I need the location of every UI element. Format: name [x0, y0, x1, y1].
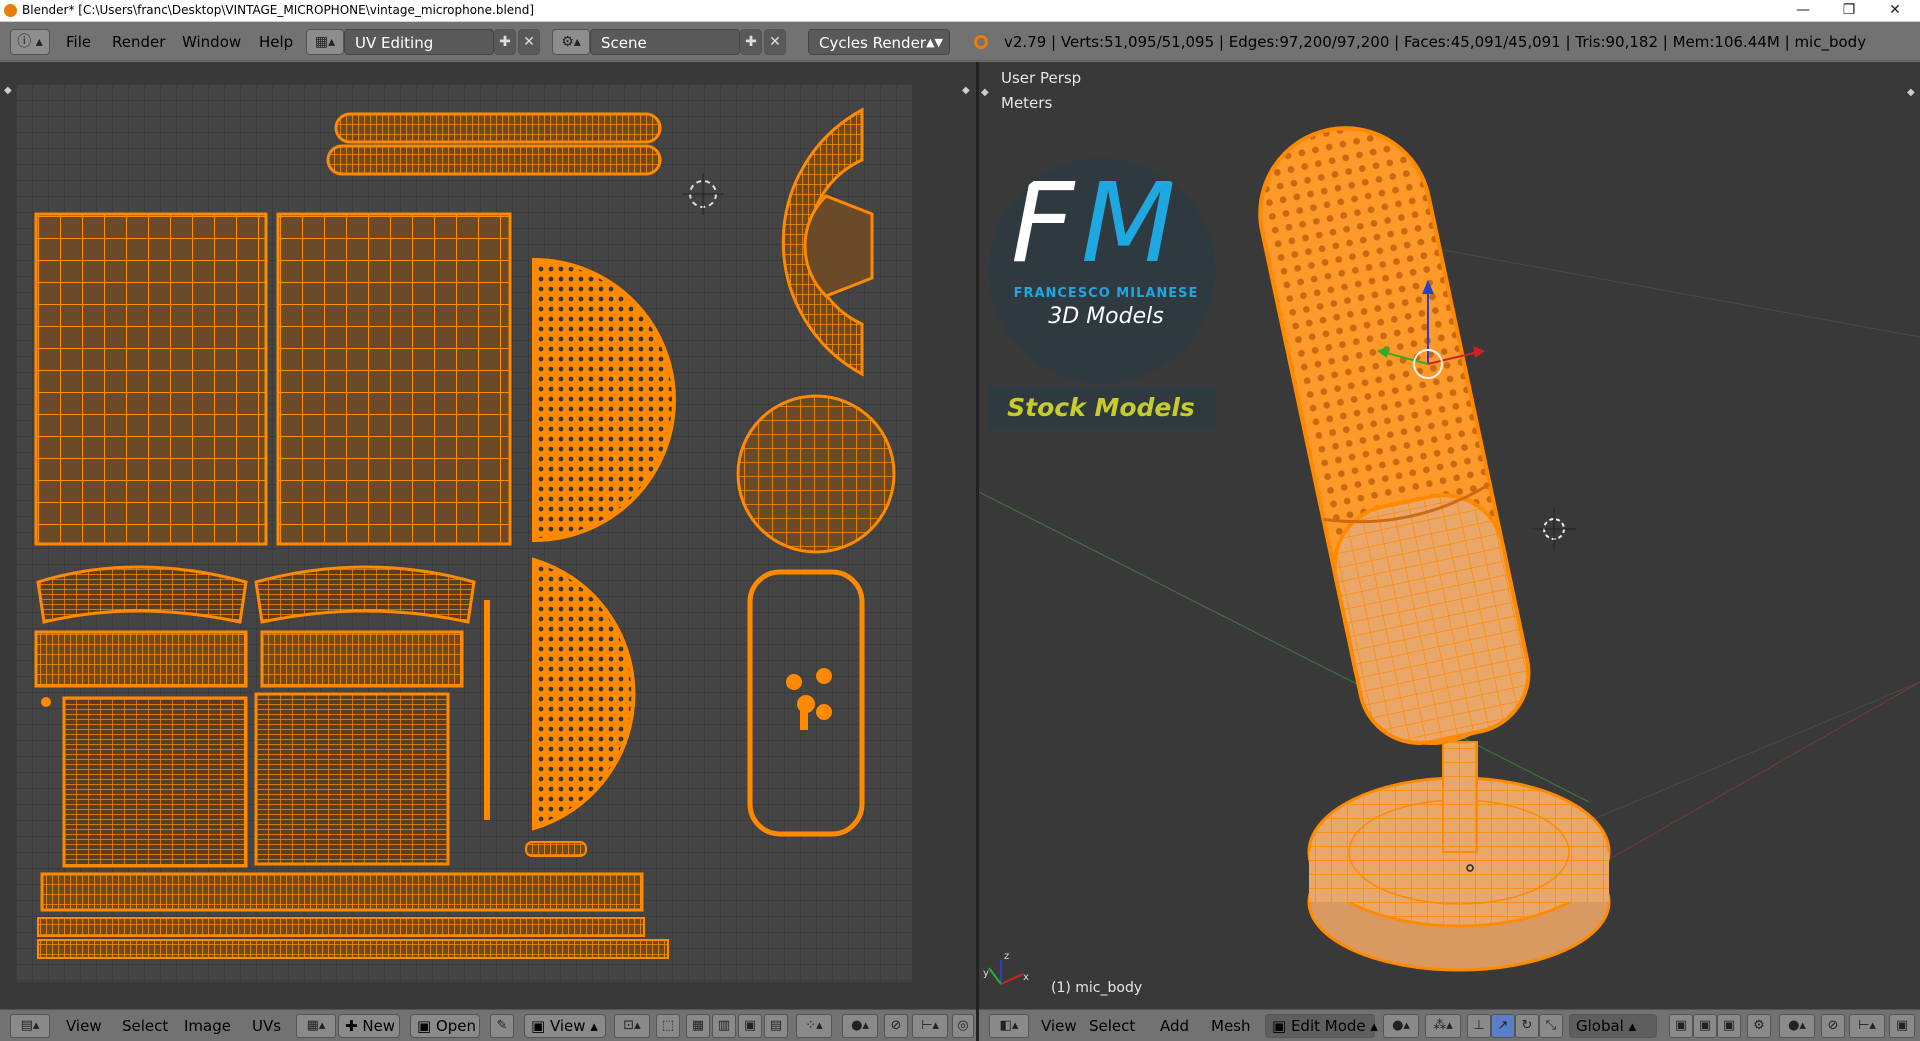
logo-subtitle: 3D Models [1048, 304, 1164, 329]
info-header: ⓘ ▴ File Render Window Help ▦▴ UV Editin… [0, 23, 1920, 61]
proportional-edit-icon[interactable]: ●▴ [1779, 1014, 1815, 1038]
stock-models-label: Stock Models [1007, 393, 1195, 422]
uv-sync-icon[interactable]: ⊡▴ [614, 1014, 650, 1038]
vertex-select-icon[interactable]: ▦ [686, 1014, 710, 1038]
sticky-select-icon[interactable]: ⁘▴ [796, 1014, 832, 1038]
viewport-header: ◧▴ View Select Add Mesh ▣ Edit Mode ▴ ●▴… [979, 1009, 1920, 1041]
screen-layout-icon[interactable]: ▦▴ [306, 29, 344, 55]
snap-icon[interactable]: ⊢▴ [912, 1014, 948, 1038]
snap-toggle-icon[interactable]: ⊘ [1821, 1014, 1845, 1038]
scene-stats: v2.79 | Verts:51,095/51,095 | Edges:97,2… [1004, 33, 1867, 51]
new-image-button[interactable]: ✚ New [338, 1014, 400, 1038]
proportional-edit-icon[interactable]: ⊘ [884, 1014, 908, 1038]
menu-render[interactable]: Render [104, 29, 173, 55]
add-screen-icon[interactable]: ✚ [494, 29, 516, 55]
translate-manipulator-icon[interactable]: ↗ [1491, 1014, 1515, 1038]
svg-text:z: z [1004, 951, 1009, 962]
render-icon[interactable]: ▣ [1889, 1014, 1915, 1038]
mode-select[interactable]: ▣ Edit Mode ▴ [1265, 1014, 1378, 1038]
editor-type-image-icon[interactable]: ▤▴ [10, 1014, 50, 1038]
chevron-updown-icon: ▲▼ [926, 36, 943, 49]
rotate-manipulator-icon[interactable]: ↻ [1515, 1014, 1539, 1038]
area-corner-icon[interactable]: ◆ [4, 86, 14, 96]
layer-2-icon[interactable]: ▣ [1693, 1014, 1717, 1038]
area-corner-icon[interactable]: ◆ [962, 86, 972, 96]
pin-icon[interactable]: ✎ [490, 1014, 514, 1038]
add-scene-icon[interactable]: ✚ [740, 29, 762, 55]
edge-select-icon[interactable]: ▥ [712, 1014, 736, 1038]
3d-cursor-icon [1532, 507, 1576, 551]
blender-logo-icon [4, 4, 17, 17]
pivot-point-icon[interactable]: ⁂▴ [1425, 1014, 1461, 1038]
fm-logo: F M FRANCESCO MILANESE 3D Models [989, 158, 1215, 384]
island-select-icon[interactable]: ▤ [764, 1014, 788, 1038]
svg-text:x: x [1023, 972, 1029, 983]
viewport-menu-add[interactable]: Add [1160, 1014, 1189, 1038]
scale-manipulator-icon[interactable]: ⤡ [1539, 1014, 1563, 1038]
orientation-value: Global [1576, 1017, 1624, 1035]
scene-icon[interactable]: ⚙▴ [552, 29, 590, 55]
render-preview-icon[interactable]: ◎ [952, 1014, 974, 1038]
uv-image-editor[interactable]: ◆ ◆ [0, 62, 976, 1009]
uv-editor-header: ▤▴ View Select Image UVs ▦▴ ✚ New ▣ Open… [0, 1009, 976, 1041]
menu-window[interactable]: Window [174, 29, 249, 55]
editor-type-info-icon[interactable]: ⓘ ▴ [10, 29, 50, 55]
new-image-label: New [362, 1017, 396, 1035]
logo-name: FRANCESCO MILANESE [1013, 286, 1199, 301]
window-title: Blender* [C:\Users\franc\Desktop\VINTAGE… [22, 3, 535, 17]
uv-menu-image[interactable]: Image [184, 1014, 231, 1038]
image-browse-icon[interactable]: ▦▴ [296, 1014, 336, 1038]
viewport-menu-mesh[interactable]: Mesh [1211, 1014, 1251, 1038]
layer-3-icon[interactable]: ▣ [1717, 1014, 1741, 1038]
open-image-button[interactable]: ▣ Open [410, 1014, 480, 1038]
menu-file[interactable]: File [58, 29, 99, 55]
logo-letter-f: F [1011, 159, 1075, 287]
remove-scene-icon[interactable]: ✕ [764, 29, 786, 55]
orientation-select[interactable]: Global ▴ [1569, 1014, 1657, 1038]
svg-text:y: y [983, 968, 989, 979]
occlude-geometry-icon[interactable]: ⚙ [1747, 1014, 1771, 1038]
scene-field[interactable]: Scene [590, 29, 740, 55]
editor-type-3dview-icon[interactable]: ◧▴ [989, 1014, 1029, 1038]
render-engine-select[interactable]: Cycles Render ▲▼ [808, 29, 950, 55]
mode-value: Edit Mode [1290, 1017, 1366, 1035]
sync-selection-icon[interactable]: ⬚ [656, 1014, 680, 1038]
view-mode-value: View [549, 1017, 586, 1035]
stock-models-banner: Stock Models [987, 386, 1215, 430]
render-engine-value: Cycles Render [819, 34, 926, 52]
view-mode-select[interactable]: ▣ View ▴ [524, 1014, 606, 1038]
shading-solid-icon[interactable]: ●▴ [1383, 1014, 1419, 1038]
blender-version-icon [974, 35, 988, 49]
uv-menu-select[interactable]: Select [122, 1014, 168, 1038]
uv-menu-uvs[interactable]: UVs [252, 1014, 281, 1038]
open-image-label: Open [435, 1017, 477, 1035]
pivot-icon[interactable]: ●▴ [842, 1014, 878, 1038]
maximize-button[interactable]: ❐ [1826, 0, 1872, 22]
uv-menu-view[interactable]: View [66, 1014, 102, 1038]
axis-orientation-icon: z y x [983, 951, 1029, 985]
layer-1-icon[interactable]: ▣ [1669, 1014, 1693, 1038]
active-object-label: (1) mic_body [1051, 980, 1143, 996]
window-titlebar: Blender* [C:\Users\franc\Desktop\VINTAGE… [0, 0, 1920, 22]
viewport-menu-view[interactable]: View [1041, 1014, 1077, 1038]
close-button[interactable]: ✕ [1872, 0, 1918, 22]
manipulator-toggle-icon[interactable]: ⊥ [1467, 1014, 1491, 1038]
logo-letter-m: M [1081, 159, 1176, 287]
screen-layout-field[interactable]: UV Editing [344, 29, 494, 55]
viewport-menu-select[interactable]: Select [1089, 1014, 1135, 1038]
face-select-icon[interactable]: ▣ [738, 1014, 762, 1038]
remove-screen-icon[interactable]: ✕ [518, 29, 540, 55]
minimize-button[interactable]: — [1780, 0, 1826, 22]
menu-help[interactable]: Help [251, 29, 301, 55]
snap-element-icon[interactable]: ⊢▴ [1849, 1014, 1885, 1038]
uv-canvas[interactable] [16, 84, 912, 982]
3d-viewport[interactable]: ◆ ◆ User Persp Meters z y x F M FRANCESC… [979, 62, 1920, 1009]
